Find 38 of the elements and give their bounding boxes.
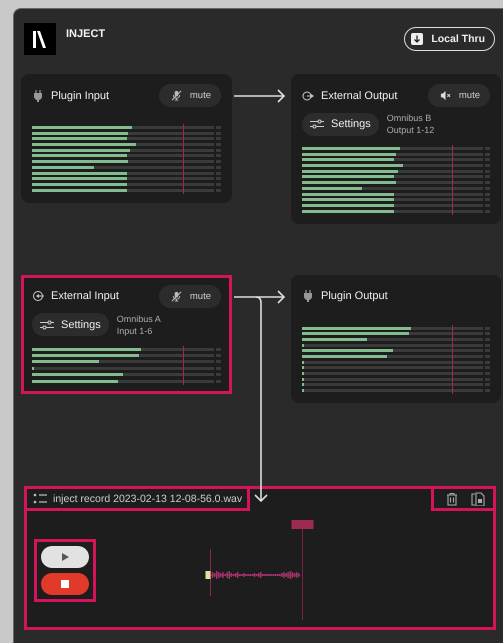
card-title: External Input	[51, 290, 119, 302]
sliders-icon	[40, 318, 54, 331]
speaker-mute-icon	[440, 90, 451, 101]
play-icon	[60, 552, 70, 562]
trash-icon[interactable]	[445, 492, 459, 506]
mute-button[interactable]: mute	[158, 84, 221, 107]
list-icon	[33, 493, 47, 504]
stop-icon	[60, 579, 70, 590]
plug-icon	[302, 290, 314, 302]
threshold-line	[183, 124, 184, 194]
local-thru-button[interactable]: Local Thru	[404, 27, 495, 51]
output-icon	[302, 90, 314, 102]
download-icon	[411, 33, 424, 45]
settings-button[interactable]: Settings	[32, 313, 109, 336]
device-name: Omnibus A	[116, 312, 161, 325]
muted-mic-icon	[170, 90, 182, 101]
card-title: External Output	[321, 90, 398, 102]
sliders-icon	[310, 118, 324, 130]
channel-range: Output 1-12	[386, 124, 434, 136]
card-title: Plugin Input	[51, 90, 110, 102]
settings-button[interactable]: Settings	[302, 112, 379, 136]
channel-range: Input 1-6	[116, 324, 154, 337]
mute-button[interactable]: mute	[158, 284, 221, 308]
app-title: INJECT	[66, 28, 106, 40]
card-title: Plugin Output	[321, 290, 388, 302]
threshold-line	[183, 346, 184, 385]
file-name: inject record 2023-02-13 12-08-56.0.wav	[53, 492, 242, 505]
muted-mic-icon	[170, 290, 182, 302]
mute-button[interactable]: mute	[428, 84, 490, 107]
device-name: Omnibus B	[386, 112, 432, 124]
stop-button[interactable]	[41, 573, 89, 596]
threshold-line	[452, 324, 454, 394]
input-icon	[32, 290, 44, 302]
plug-icon	[32, 90, 44, 102]
arrow	[234, 89, 286, 103]
threshold-line	[452, 145, 454, 215]
copy-icon[interactable]	[471, 492, 485, 506]
play-button[interactable]	[41, 546, 89, 568]
